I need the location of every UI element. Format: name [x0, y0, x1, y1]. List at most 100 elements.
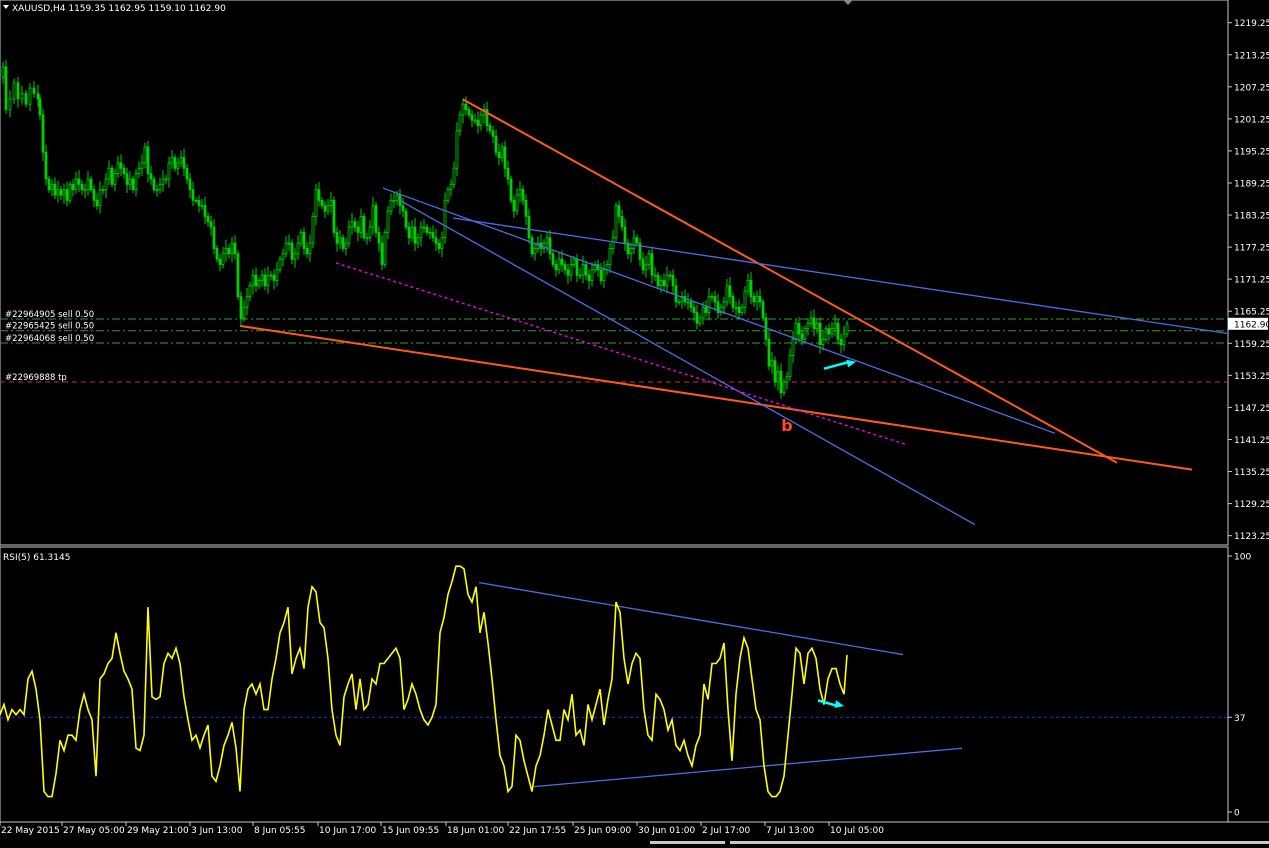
- candle-body: [386, 210, 390, 233]
- candle-body: [704, 306, 708, 313]
- candle-body: [548, 237, 552, 255]
- candle-body: [275, 269, 279, 281]
- candle-body: [197, 199, 201, 207]
- candle-body: [59, 189, 63, 196]
- candle-body: [635, 237, 639, 244]
- candle-body: [158, 183, 162, 191]
- time-axis-label: 25 Jun 09:00: [574, 826, 631, 836]
- candle-body: [182, 157, 186, 169]
- time-axis-label: 7 Jul 13:00: [766, 826, 815, 836]
- candle-body: [272, 274, 276, 281]
- candle-body: [476, 119, 480, 126]
- candle-body: [710, 296, 714, 298]
- candle-body: [170, 157, 174, 164]
- candle-body: [245, 296, 249, 308]
- candle-body: [215, 248, 219, 260]
- candle-body: [260, 274, 264, 281]
- candle-body: [110, 167, 114, 185]
- candle-body: [149, 173, 153, 180]
- candle-body: [569, 264, 573, 276]
- candle-body: [413, 226, 417, 244]
- candle-body: [209, 221, 213, 228]
- price-axis-label: 1153.25: [1234, 372, 1269, 382]
- candle-body: [374, 205, 378, 233]
- candle-body: [587, 274, 591, 281]
- candle-body: [221, 253, 225, 265]
- price-axis-label: 1165.25: [1234, 308, 1269, 318]
- candle-body: [200, 205, 204, 208]
- candle-body: [458, 114, 462, 132]
- candle-body: [620, 215, 624, 228]
- candle-body: [125, 173, 129, 185]
- time-axis-label: 15 Jun 09:55: [382, 826, 439, 836]
- rsi-axis-label: 100: [1234, 553, 1251, 563]
- candle-body: [185, 167, 189, 180]
- trading-chart[interactable]: 1219.25 1213.25 1207.25 1201.25 1195.25 1189.…: [0, 0, 1269, 844]
- candle-body: [665, 274, 669, 287]
- candle-body: [647, 253, 651, 265]
- candle-body: [557, 258, 561, 271]
- candle-body: [824, 328, 828, 340]
- candle-body: [62, 189, 66, 196]
- candle-body: [434, 237, 438, 244]
- candle-body: [36, 93, 40, 100]
- time-axis-label: 2 Jul 17:00: [702, 826, 751, 836]
- candle-body: [713, 296, 717, 303]
- candle-body: [28, 87, 32, 105]
- candle-body: [656, 274, 660, 287]
- candle-body: [407, 226, 411, 239]
- time-axis-label: 30 Jun 01:00: [638, 826, 695, 836]
- candle-body: [218, 258, 222, 265]
- candle-body: [362, 215, 366, 239]
- candle-body: [131, 178, 135, 191]
- candle-body: [452, 167, 456, 185]
- candle-body: [767, 338, 771, 367]
- candle-body: [743, 290, 747, 308]
- candle-body: [392, 199, 396, 202]
- candle-body: [24, 93, 28, 105]
- candle-body: [83, 189, 87, 192]
- candle-body: [74, 178, 78, 191]
- candle-body: [581, 264, 585, 276]
- candle-body: [227, 248, 231, 255]
- candle-body: [632, 237, 636, 249]
- candle-body: [248, 285, 252, 297]
- candle-body: [422, 226, 426, 229]
- candle-body: [251, 274, 255, 287]
- candle-body: [554, 264, 558, 271]
- rsi-axis-label: 0: [1234, 809, 1240, 819]
- candle-body: [257, 280, 261, 287]
- candle-body: [425, 226, 429, 233]
- order-level-label: #22964905 sell 0.50: [5, 310, 94, 320]
- candle-body: [731, 296, 735, 308]
- price-axis-label: 1129.25: [1234, 500, 1269, 510]
- candle-body: [590, 269, 594, 281]
- candle-body: [644, 264, 648, 271]
- candle-body: [8, 98, 12, 110]
- candle-body: [293, 253, 297, 260]
- candle-body: [380, 242, 384, 265]
- candle-body: [317, 189, 321, 201]
- candle-body: [506, 167, 510, 180]
- candle-body: [299, 232, 303, 244]
- candle-body: [467, 109, 471, 116]
- candle-body: [449, 183, 453, 191]
- candle-body: [236, 253, 240, 297]
- candle-body: [38, 98, 42, 116]
- candle-body: [461, 103, 465, 116]
- candle-body: [602, 269, 606, 281]
- order-level-label: #22969888 tp: [5, 373, 67, 383]
- candle-body: [116, 162, 120, 175]
- rsi-panel-frame: [0, 546, 1229, 823]
- candle-body: [173, 157, 177, 169]
- candle-body: [179, 157, 183, 164]
- candle-body: [776, 370, 780, 383]
- candle-body: [266, 274, 270, 287]
- candle-body: [668, 274, 672, 277]
- chart-root: 1219.25 1213.25 1207.25 1201.25 1195.25 1189.…: [0, 0, 1269, 844]
- candle-body: [365, 237, 369, 240]
- candle-body: [599, 269, 603, 281]
- candle-body: [533, 248, 537, 255]
- candle-body: [650, 253, 654, 276]
- candle-body: [269, 274, 273, 277]
